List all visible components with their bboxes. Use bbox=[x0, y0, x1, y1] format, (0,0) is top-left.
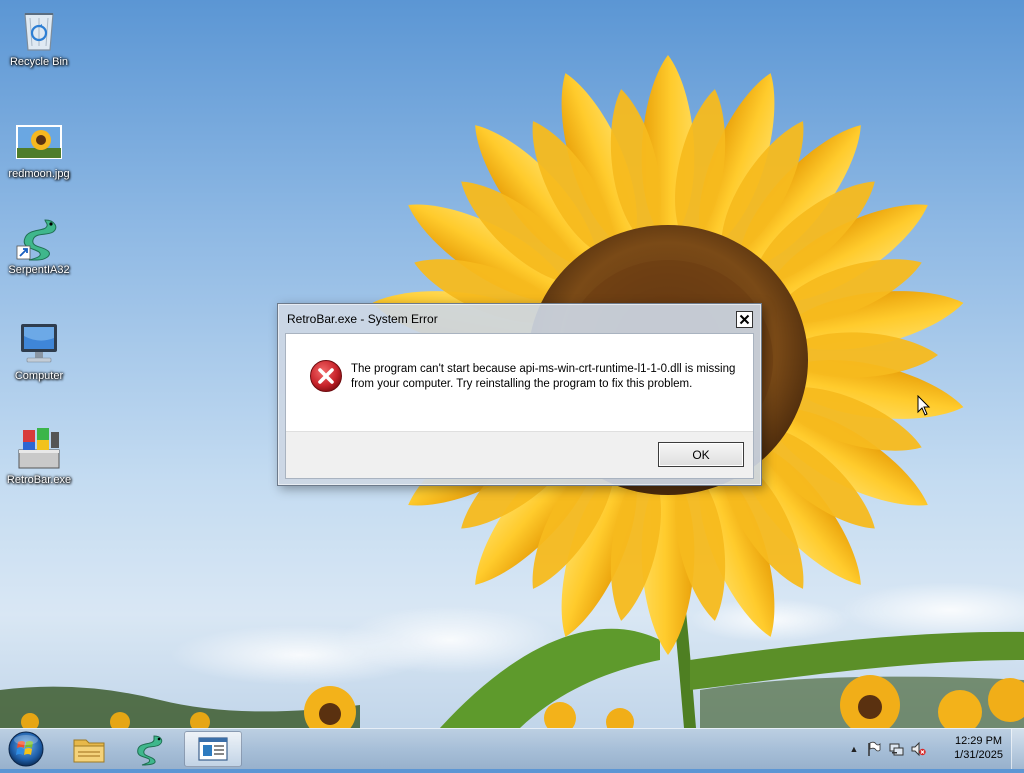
taskbar-item-serpentia32[interactable] bbox=[122, 731, 176, 767]
serpent-icon bbox=[137, 735, 163, 766]
dialog-titlebar[interactable]: RetroBar.exe - System Error bbox=[278, 304, 761, 332]
system-error-dialog[interactable]: RetroBar.exe - System Error The program … bbox=[277, 303, 762, 486]
system-tray: ▲ 12:29 PM 1/31/2025 bbox=[834, 729, 1024, 769]
desktop-icon-label: redmoon.jpg bbox=[8, 168, 70, 180]
error-icon bbox=[309, 359, 343, 393]
taskbar-item-file-explorer[interactable] bbox=[62, 731, 116, 767]
retrobar-exe-icon bbox=[15, 424, 63, 472]
dialog-title: RetroBar.exe - System Error bbox=[287, 312, 438, 326]
clock-date: 1/31/2025 bbox=[954, 749, 1003, 761]
desktop-icon-label: SerpentIA32 bbox=[8, 264, 70, 276]
network-icon[interactable] bbox=[888, 741, 904, 757]
clock-time: 12:29 PM bbox=[954, 735, 1003, 747]
clock[interactable]: 12:29 PM 1/31/2025 bbox=[954, 734, 1003, 762]
file-explorer-icon bbox=[73, 739, 105, 763]
close-button[interactable] bbox=[736, 311, 753, 328]
dialog-content: The program can't start because api-ms-w… bbox=[285, 333, 754, 479]
volume-muted-icon[interactable] bbox=[910, 741, 926, 757]
desktop-icon-label: Computer bbox=[14, 370, 64, 382]
windows-orb-icon bbox=[8, 731, 44, 767]
desktop-icon-label: Recycle Bin bbox=[9, 56, 69, 68]
desktop-icon-computer[interactable]: Computer bbox=[0, 320, 78, 383]
desktop-icon-label: RetroBar.exe bbox=[6, 474, 72, 486]
desktop-icon-redmoon-jpg[interactable]: redmoon.jpg bbox=[0, 118, 78, 181]
show-hidden-icons-button[interactable]: ▲ bbox=[846, 741, 862, 757]
recycle-bin-icon bbox=[15, 6, 63, 54]
computer-icon bbox=[15, 320, 63, 368]
retrobar-window-icon bbox=[198, 737, 228, 761]
desktop-icon-retrobar-exe[interactable]: RetroBar.exe bbox=[0, 424, 78, 487]
mouse-cursor-icon bbox=[917, 395, 931, 416]
desktop-icon-recycle-bin[interactable]: Recycle Bin bbox=[0, 6, 78, 69]
taskbar-item-retrobar[interactable] bbox=[184, 731, 242, 767]
desktop-icon-serpentia32[interactable]: SerpentIA32 bbox=[0, 214, 78, 277]
taskbar[interactable]: ▲ 12:29 PM 1/31/2025 bbox=[0, 728, 1024, 769]
image-file-icon bbox=[15, 118, 63, 166]
desktop[interactable]: Recycle Bin redmoon.jpg SerpentIA32 Comp… bbox=[0, 0, 1024, 728]
close-icon bbox=[739, 314, 750, 325]
ok-button[interactable]: OK bbox=[658, 442, 744, 467]
action-center-flag-icon[interactable] bbox=[866, 741, 882, 757]
error-message: The program can't start because api-ms-w… bbox=[351, 363, 736, 390]
start-button[interactable] bbox=[4, 730, 48, 768]
dialog-footer: OK bbox=[286, 431, 753, 478]
chevron-up-icon: ▲ bbox=[849, 744, 859, 754]
show-desktop-button[interactable] bbox=[1011, 729, 1024, 769]
serpent-icon bbox=[15, 214, 63, 262]
